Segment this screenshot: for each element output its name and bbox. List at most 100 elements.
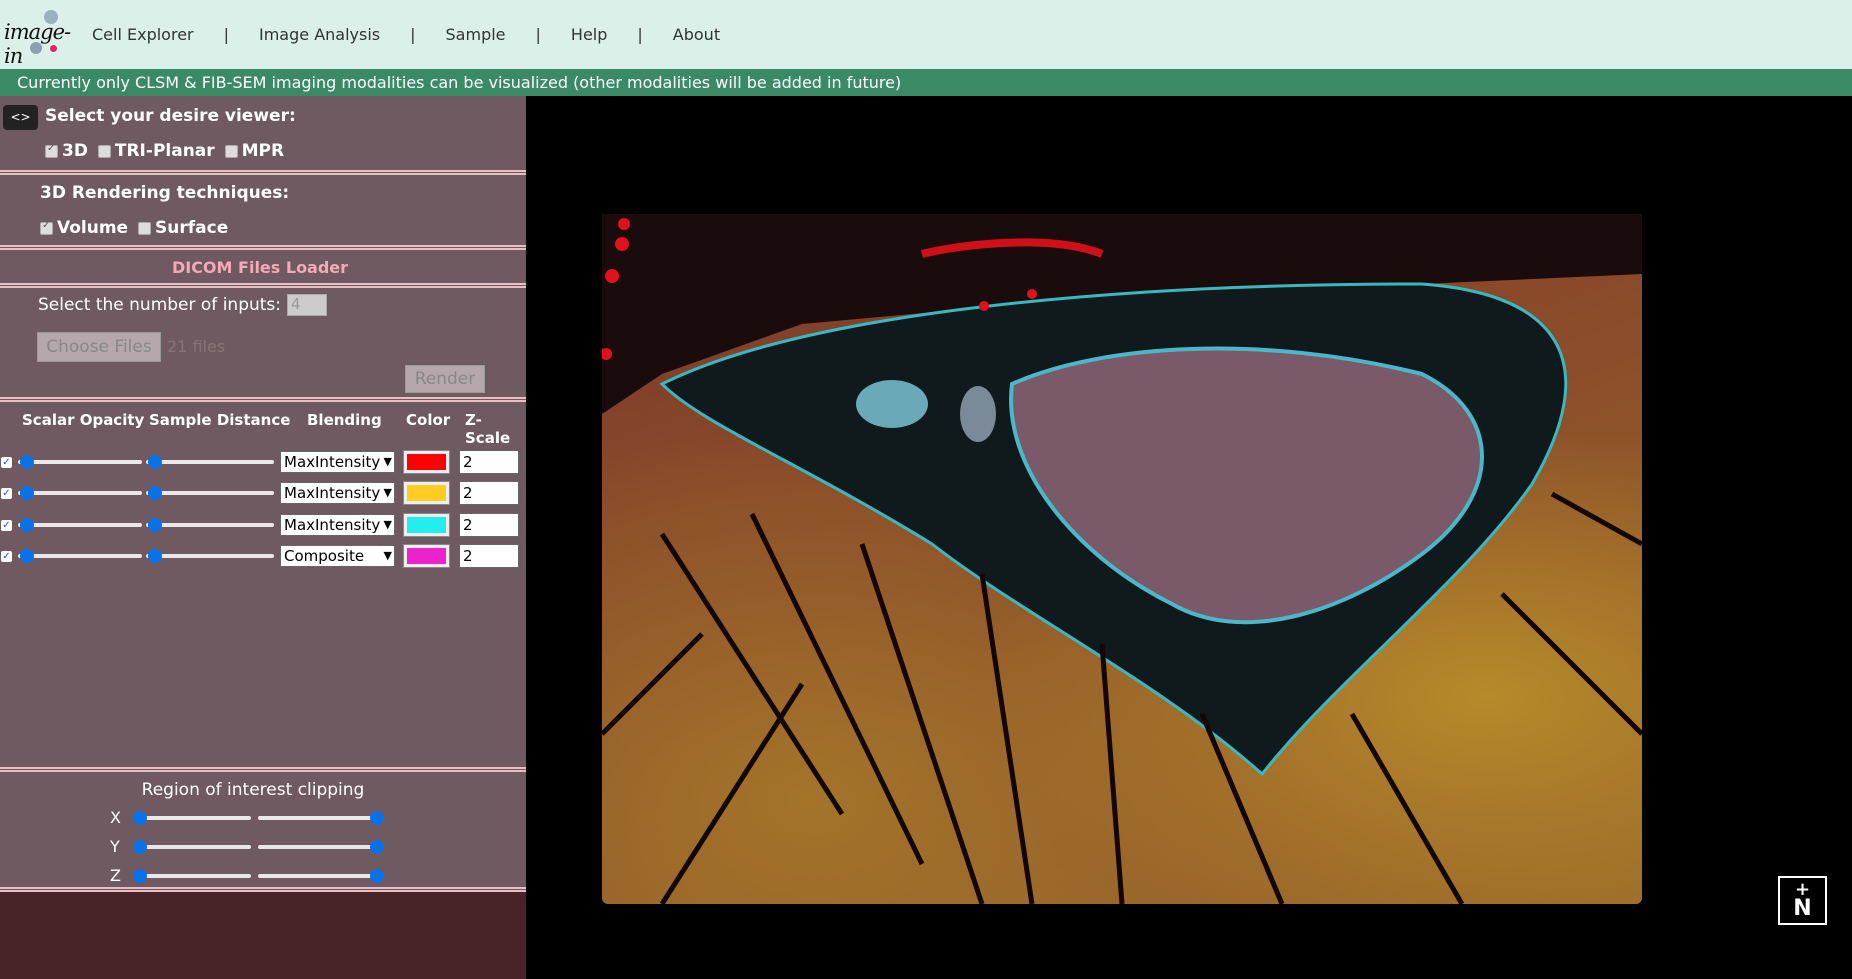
chevron-down-icon: ▼ (383, 486, 392, 499)
section-divider (0, 767, 526, 772)
slider-thumb[interactable] (20, 549, 34, 563)
color-picker[interactable] (403, 481, 450, 505)
control-sidebar: <> Select your desire viewer: 3D TRI-Pla… (0, 96, 526, 979)
blending-value: MaxIntensity (284, 516, 381, 534)
sample-distance-slider[interactable] (146, 549, 274, 563)
render-viewport[interactable] (526, 96, 1852, 979)
color-picker[interactable] (403, 513, 450, 537)
slider-thumb[interactable] (370, 840, 384, 854)
blending-value: MaxIntensity (284, 484, 381, 502)
z-scale-input[interactable]: 2 (459, 450, 519, 474)
viewer-select-title: Select your desire viewer: (45, 106, 296, 126)
z-scale-input[interactable]: 2 (459, 513, 519, 537)
checkbox-3d[interactable] (45, 143, 58, 158)
roi-title: Region of interest clipping (141, 780, 365, 800)
scalar-opacity-slider[interactable] (18, 486, 142, 500)
roi-y-min-slider[interactable] (133, 840, 251, 854)
nav-separator: | (410, 25, 416, 44)
header-z-scale: Z-Scale (465, 411, 511, 447)
section-divider (0, 245, 526, 250)
slider-thumb[interactable] (148, 549, 162, 563)
option-volume-label: Volume (57, 218, 129, 238)
blending-select[interactable]: MaxIntensity ▼ (280, 482, 395, 504)
slider-thumb[interactable] (20, 518, 34, 532)
rendering-options: Volume Surface (40, 218, 228, 238)
render-button[interactable]: Render (405, 365, 485, 393)
info-banner: Currently only CLSM & FIB-SEM imaging mo… (0, 69, 1852, 96)
section-divider (0, 170, 526, 175)
nav-separator: | (637, 25, 643, 44)
blending-select[interactable]: MaxIntensity ▼ (280, 514, 395, 536)
blending-select[interactable]: MaxIntensity ▼ (280, 451, 395, 473)
viewer-options: 3D TRI-Planar MPR (45, 141, 284, 161)
slider-thumb[interactable] (133, 869, 147, 883)
sidebar-footer (0, 892, 526, 979)
option-tri-planar-label: TRI-Planar (114, 141, 215, 161)
channel-row: ✓ MaxIntensity ▼ 2 (0, 449, 526, 475)
color-swatch (407, 517, 446, 533)
scalar-opacity-slider[interactable] (18, 549, 142, 563)
logo[interactable]: image-in (0, 0, 86, 69)
option-surface-label: Surface (155, 218, 229, 238)
z-scale-input[interactable]: 2 (459, 481, 519, 505)
slider-thumb[interactable] (20, 486, 34, 500)
channel-row: ✓ MaxIntensity ▼ 2 (0, 512, 526, 538)
blending-value: Composite (284, 547, 365, 565)
roi-x-max-slider[interactable] (258, 811, 384, 825)
nav-separator: | (535, 25, 541, 44)
checkbox-volume[interactable] (40, 220, 53, 235)
channel-enable-checkbox[interactable]: ✓ (1, 488, 12, 499)
z-scale-input[interactable]: 2 (459, 544, 519, 568)
tissue-structure-svg (602, 214, 1642, 904)
logo-badge: + N (1778, 876, 1827, 925)
inputs-count-label: Select the number of inputs: (38, 295, 282, 315)
nav-sample[interactable]: Sample (440, 25, 512, 44)
top-navbar: image-in Cell Explorer | Image Analysis … (0, 0, 1852, 69)
checkbox-tri-planar[interactable] (97, 144, 111, 158)
scalar-opacity-slider[interactable] (18, 455, 142, 469)
roi-x-min-slider[interactable] (133, 811, 251, 825)
roi-axis-z-label: Z (110, 866, 121, 885)
sample-distance-slider[interactable] (146, 455, 274, 469)
color-picker[interactable] (403, 544, 450, 568)
sample-distance-slider[interactable] (146, 518, 274, 532)
nav-help[interactable]: Help (565, 25, 613, 44)
color-swatch (407, 454, 446, 470)
inputs-count-field[interactable]: 4 (287, 294, 327, 316)
nav-cell-explorer[interactable]: Cell Explorer (86, 25, 200, 44)
roi-z-min-slider[interactable] (133, 869, 251, 883)
slider-thumb[interactable] (370, 869, 384, 883)
channel-enable-checkbox[interactable]: ✓ (1, 551, 12, 562)
blending-value: MaxIntensity (284, 453, 381, 471)
slider-thumb[interactable] (133, 811, 147, 825)
roi-y-max-slider[interactable] (258, 840, 384, 854)
roi-z-max-slider[interactable] (258, 869, 384, 883)
slider-thumb[interactable] (148, 518, 162, 532)
dicom-loader-title: DICOM Files Loader (171, 258, 349, 277)
slider-thumb[interactable] (148, 486, 162, 500)
channel-row: ✓ MaxIntensity ▼ 2 (0, 480, 526, 506)
nav-about[interactable]: About (667, 25, 726, 44)
channel-enable-checkbox[interactable]: ✓ (1, 457, 12, 468)
choose-files-button[interactable]: Choose Files (37, 332, 161, 362)
header-scalar-opacity: Scalar Opacity (22, 411, 145, 429)
slider-thumb[interactable] (148, 455, 162, 469)
volume-render-image[interactable] (602, 214, 1642, 904)
slider-thumb[interactable] (133, 840, 147, 854)
color-picker[interactable] (403, 450, 450, 474)
sidebar-toggle-button[interactable]: <> (3, 105, 38, 130)
blending-select[interactable]: Composite ▼ (280, 545, 395, 567)
slider-thumb[interactable] (370, 811, 384, 825)
chevron-down-icon: ▼ (383, 455, 392, 468)
sample-distance-slider[interactable] (146, 486, 274, 500)
checkbox-surface[interactable] (138, 221, 152, 235)
color-swatch (407, 548, 446, 564)
scalar-opacity-slider[interactable] (18, 518, 142, 532)
channel-row: ✓ Composite ▼ 2 (0, 543, 526, 569)
slider-thumb[interactable] (20, 455, 34, 469)
checkbox-mpr[interactable] (224, 144, 238, 158)
nav-image-analysis[interactable]: Image Analysis (253, 25, 386, 44)
channel-enable-checkbox[interactable]: ✓ (1, 520, 12, 531)
chevron-down-icon: ▼ (383, 549, 392, 562)
logo-text: image-in (4, 20, 71, 68)
